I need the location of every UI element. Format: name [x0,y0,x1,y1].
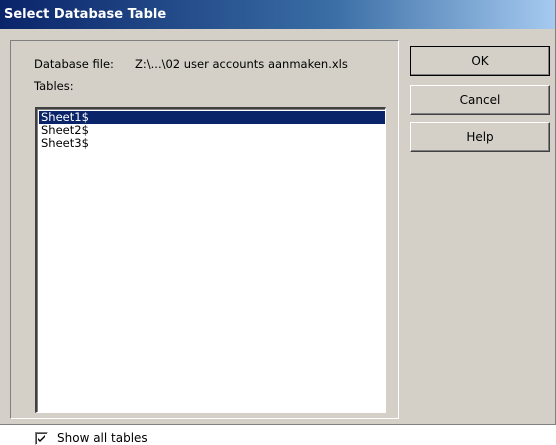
show-all-tables-option[interactable]: Show all tables [35,431,148,445]
select-database-table-dialog: Select Database Table Database file: Z:\… [0,0,556,445]
content-panel: Database file: Z:\...\02 user accounts a… [10,40,399,445]
ok-button[interactable]: OK [410,46,550,76]
table-list-item[interactable]: Sheet2$ [39,124,385,137]
title-bar[interactable]: Select Database Table [0,0,555,29]
table-list-item[interactable]: Sheet1$ [39,111,385,124]
window-title: Select Database Table [4,7,167,22]
show-all-tables-label: Show all tables [57,431,148,445]
table-list-item[interactable]: Sheet3$ [39,137,385,150]
database-file-path: Z:\...\02 user accounts aanmaken.xls [135,57,348,71]
tables-label: Tables: [34,79,74,93]
show-all-tables-checkbox[interactable] [35,431,48,445]
database-file-label: Database file: [34,57,114,71]
cancel-button[interactable]: Cancel [410,85,550,115]
tables-listbox[interactable]: Sheet1$ Sheet2$ Sheet3$ [35,107,386,413]
checkmark-icon [38,434,45,442]
help-button[interactable]: Help [410,122,550,152]
